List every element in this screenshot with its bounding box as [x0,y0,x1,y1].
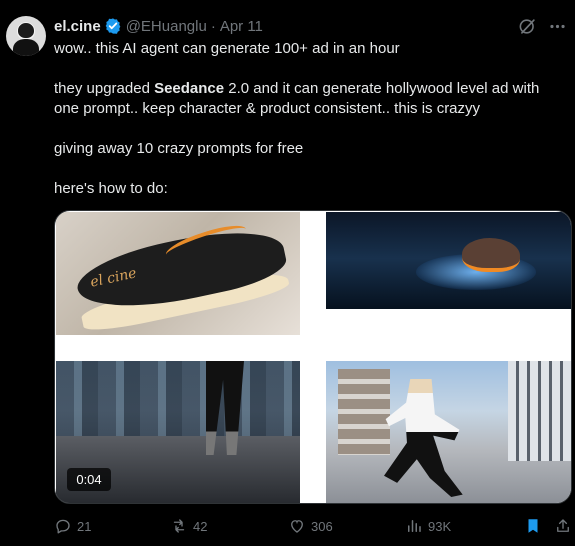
runner-woman [384,379,463,497]
reply-icon [56,519,70,534]
share-button[interactable] [554,516,572,536]
views-button[interactable]: 93K [405,516,451,536]
author-display-name[interactable]: el.cine [54,18,101,35]
tweet-line-giveaway: giving away 10 crazy prompts for free [54,140,304,157]
shoe-product-image: el cine [56,212,300,335]
verified-badge-icon [105,18,121,34]
tweet-header: el.cine @EHuanglu · Apr 11 [54,16,263,36]
tweet-line-upgrade: they upgraded Seedance 2.0 and it can ge… [54,79,559,119]
tweet-actions: 21 42 306 93K [54,516,569,536]
more-options-icon[interactable] [548,17,567,36]
upgrade-prefix: they upgraded [54,80,155,97]
avatar-head [18,23,34,38]
tweet-line-howto: here's how to do: [54,180,168,197]
woman-running-image [326,361,571,503]
like-count: 306 [311,518,333,534]
building-right [508,361,571,461]
view-count: 93K [428,518,452,534]
bookmark-button[interactable] [524,516,542,536]
splash-shoe-image [326,212,571,309]
reply-button[interactable]: 21 [54,516,91,536]
views-chart-icon [408,520,421,532]
like-button[interactable]: 306 [288,516,333,536]
avatar-body [13,39,39,56]
reply-count: 21 [77,518,92,534]
repost-count: 42 [193,518,208,534]
bookmark-icon [528,519,538,533]
avatar[interactable] [6,16,46,56]
tweet-text: wow.. this AI agent can generate 100+ ad… [54,39,559,199]
city-buildings [56,361,300,445]
heart-icon [291,520,303,533]
video-timestamp: 0:04 [67,468,111,491]
tweet-card[interactable]: el.cine @EHuanglu · Apr 11 wow.. this AI… [0,0,575,546]
video-media[interactable]: el cine [54,210,572,504]
tweet-line-intro: wow.. this AI agent can generate 100+ ad… [54,40,400,57]
building-left [338,369,390,455]
post-date[interactable]: Apr 11 [220,18,263,35]
splash-shoe [462,238,520,272]
grok-icon[interactable] [518,17,537,36]
repost-icon [173,519,185,533]
seedance-mention: Seedance [154,80,225,97]
share-icon [557,519,569,532]
date-separator: · [210,17,216,35]
repost-button[interactable]: 42 [170,516,207,536]
author-handle[interactable]: @EHuanglu [126,18,207,35]
